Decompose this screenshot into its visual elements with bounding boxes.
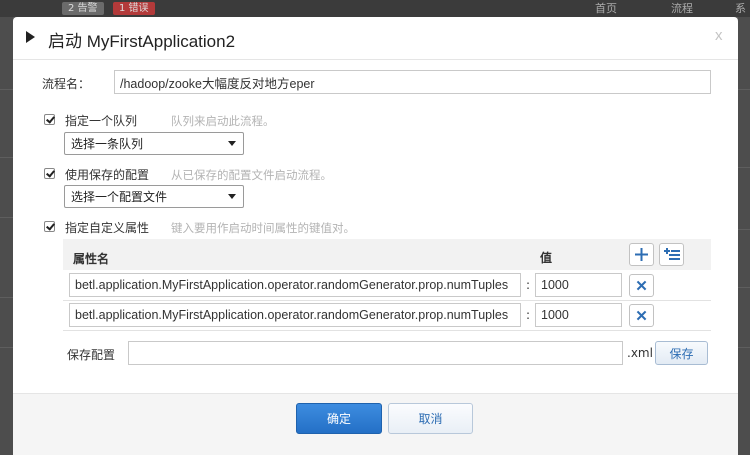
save-config-input[interactable] <box>128 341 623 365</box>
add-property-button[interactable] <box>629 243 654 266</box>
plus-icon <box>635 248 648 261</box>
chevron-down-icon <box>228 141 236 146</box>
property-name-input[interactable]: betl.application.MyFirstApplication.oper… <box>69 273 521 297</box>
property-name-header: 属性名 <box>73 252 110 266</box>
remove-property-button[interactable]: ✕ <box>629 274 654 297</box>
dialog-title: 启动 MyFirstApplication2 <box>48 32 236 51</box>
chevron-down-icon <box>228 194 236 199</box>
flow-name-input[interactable]: /hadoop/zooke大幅度反对地方eper <box>114 70 711 94</box>
table-row: betl.application.MyFirstApplication.oper… <box>63 270 711 301</box>
property-value-input[interactable]: 1000 <box>535 303 622 327</box>
launch-dialog: 启动 MyFirstApplication2 x 流程名： /hadoop/zo… <box>13 17 738 455</box>
separator-colon: : <box>526 278 531 292</box>
saved-config-label: 使用保存的配置 <box>65 168 150 182</box>
flow-name-label: 流程名： <box>42 77 91 91</box>
remove-property-button[interactable]: ✕ <box>629 304 654 327</box>
background-topbar: 2 告警 1 错误 首页 流程 系 <box>0 0 750 17</box>
saved-config-checkbox[interactable] <box>44 168 55 179</box>
property-name-input[interactable]: betl.application.MyFirstApplication.oper… <box>69 303 521 327</box>
warning-badge: 2 告警 <box>62 2 104 15</box>
close-icon[interactable]: x <box>715 27 723 44</box>
queue-hint: 队列来启动此流程。 <box>171 114 275 128</box>
add-list-icon <box>663 248 680 260</box>
nav-home: 首页 <box>595 2 617 15</box>
custom-props-hint: 键入要用作启动时间属性的键值对。 <box>171 221 355 235</box>
dialog-footer: 确定 取消 <box>13 393 738 455</box>
property-value-input[interactable]: 1000 <box>535 273 622 297</box>
queue-select[interactable]: 选择一条队列 <box>64 132 244 155</box>
queue-checkbox[interactable] <box>44 114 55 125</box>
table-row: betl.application.MyFirstApplication.oper… <box>63 300 711 331</box>
background-left-panel <box>0 17 13 455</box>
error-badge: 1 错误 <box>113 2 155 15</box>
nav-more: 系 <box>735 2 746 15</box>
cancel-button[interactable]: 取消 <box>388 403 473 434</box>
config-file-select[interactable]: 选择一个配置文件 <box>64 185 244 208</box>
queue-select-value: 选择一条队列 <box>71 137 144 151</box>
saved-config-hint: 从已保存的配置文件启动流程。 <box>171 168 332 182</box>
confirm-button[interactable]: 确定 <box>296 403 382 434</box>
play-icon <box>26 31 35 43</box>
save-config-button[interactable]: 保存 <box>655 341 708 365</box>
custom-props-checkbox[interactable] <box>44 221 55 232</box>
custom-props-label: 指定自定义属性 <box>65 221 150 235</box>
save-config-label: 保存配置 <box>67 348 116 362</box>
queue-label: 指定一个队列 <box>65 114 138 128</box>
xml-extension-label: .xml <box>627 346 653 360</box>
bulk-add-button[interactable] <box>659 243 684 266</box>
properties-table-header: 属性名 值 <box>63 239 711 270</box>
separator-colon: : <box>526 308 531 322</box>
background-right-panel <box>738 17 750 455</box>
nav-flow: 流程 <box>671 2 693 15</box>
property-value-header: 值 <box>540 251 553 265</box>
config-select-value: 选择一个配置文件 <box>71 190 168 204</box>
dialog-header: 启动 MyFirstApplication2 x <box>13 17 738 60</box>
